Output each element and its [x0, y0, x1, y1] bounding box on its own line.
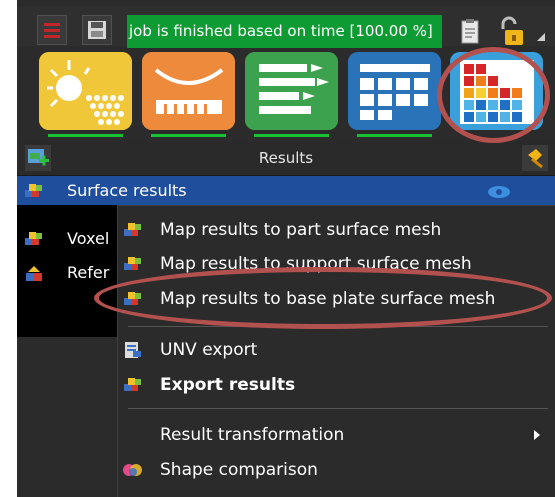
pin-button[interactable] — [522, 145, 548, 171]
eye-icon[interactable] — [487, 185, 511, 199]
cubes-icon — [124, 378, 141, 391]
top-toolbar: job is finished based on time [100.00 %] — [17, 6, 555, 48]
menu-item-result-transformation[interactable]: Result transformation — [118, 419, 555, 451]
process-list-icon — [245, 52, 338, 130]
menu-item-label: Map results to part surface mesh — [160, 220, 442, 240]
results-panel-header: Results — [17, 141, 555, 176]
cubes-icon — [124, 292, 141, 305]
context-menu: Map results to part surface mesh Map res… — [117, 205, 555, 497]
menu-item-label: UNV export — [160, 340, 258, 360]
menu-item-map-support-surface[interactable]: Map results to support surface mesh — [118, 248, 555, 280]
cubes-icon — [25, 184, 42, 197]
table-icon — [348, 52, 441, 130]
menu-item-export-results[interactable]: Export results — [118, 369, 555, 401]
menu-item-label: Result transformation — [160, 425, 345, 445]
results-panel-title: Results — [258, 149, 314, 167]
job-status-bar: job is finished based on time [100.00 %] — [127, 15, 442, 48]
menu-item-label: Map results to base plate surface mesh — [160, 289, 496, 309]
tile-build-process[interactable] — [39, 52, 132, 130]
chevron-down-icon — [537, 33, 545, 41]
app-window: job is finished based on time [100.00 %] — [17, 0, 555, 497]
tree-item-voxel[interactable]: Voxel — [17, 224, 117, 254]
export-file-icon — [125, 342, 141, 358]
tree-item-label: Voxel — [67, 229, 110, 248]
pin-icon — [528, 149, 543, 169]
tile-results[interactable] — [450, 52, 543, 130]
menu-button[interactable] — [37, 15, 67, 45]
menu-item-label: Export results — [160, 375, 296, 395]
menu-separator — [128, 326, 548, 327]
shape-comparison-icon — [123, 464, 142, 476]
menu-item-map-part-surface[interactable]: Map results to part surface mesh — [118, 214, 555, 246]
tree-item-label: Refer — [67, 263, 110, 282]
tree-item-surface-results[interactable]: Surface results — [17, 176, 555, 206]
clipboard-icon — [461, 19, 479, 44]
cubes-icon — [25, 232, 42, 245]
cubes-icon — [124, 223, 141, 236]
lock-button[interactable] — [495, 15, 531, 48]
tile-process-list[interactable] — [245, 52, 338, 130]
tile-indicator — [151, 134, 226, 137]
menu-item-unv-export[interactable]: UNV export — [118, 334, 555, 366]
support-icon — [142, 52, 235, 130]
tree-item-label: Surface results — [67, 181, 187, 200]
menu-separator — [128, 408, 548, 409]
clipboard-button[interactable] — [457, 15, 483, 48]
tree-item-reference[interactable]: Refer — [17, 258, 117, 288]
hamburger-icon — [44, 23, 60, 38]
tile-indicator — [254, 134, 329, 137]
save-button[interactable] — [82, 15, 112, 45]
shapes-icon — [26, 266, 42, 281]
tile-indicator — [357, 134, 432, 137]
results-heatmap-icon — [450, 52, 543, 130]
tile-indicator — [48, 134, 123, 137]
save-icon — [88, 21, 106, 39]
menu-item-map-base-plate-surface[interactable]: Map results to base plate surface mesh — [118, 283, 555, 315]
toolbar-dropdown[interactable] — [535, 28, 549, 42]
menu-item-label: Map results to support surface mesh — [160, 254, 472, 274]
build-process-icon — [39, 52, 132, 130]
tile-table[interactable] — [348, 52, 441, 130]
tile-support[interactable] — [142, 52, 235, 130]
chevron-right-icon — [534, 430, 540, 440]
cubes-icon — [124, 257, 141, 270]
unlock-icon — [501, 16, 523, 45]
menu-item-shape-comparison[interactable]: Shape comparison — [118, 454, 555, 486]
menu-item-label: Shape comparison — [160, 460, 318, 480]
